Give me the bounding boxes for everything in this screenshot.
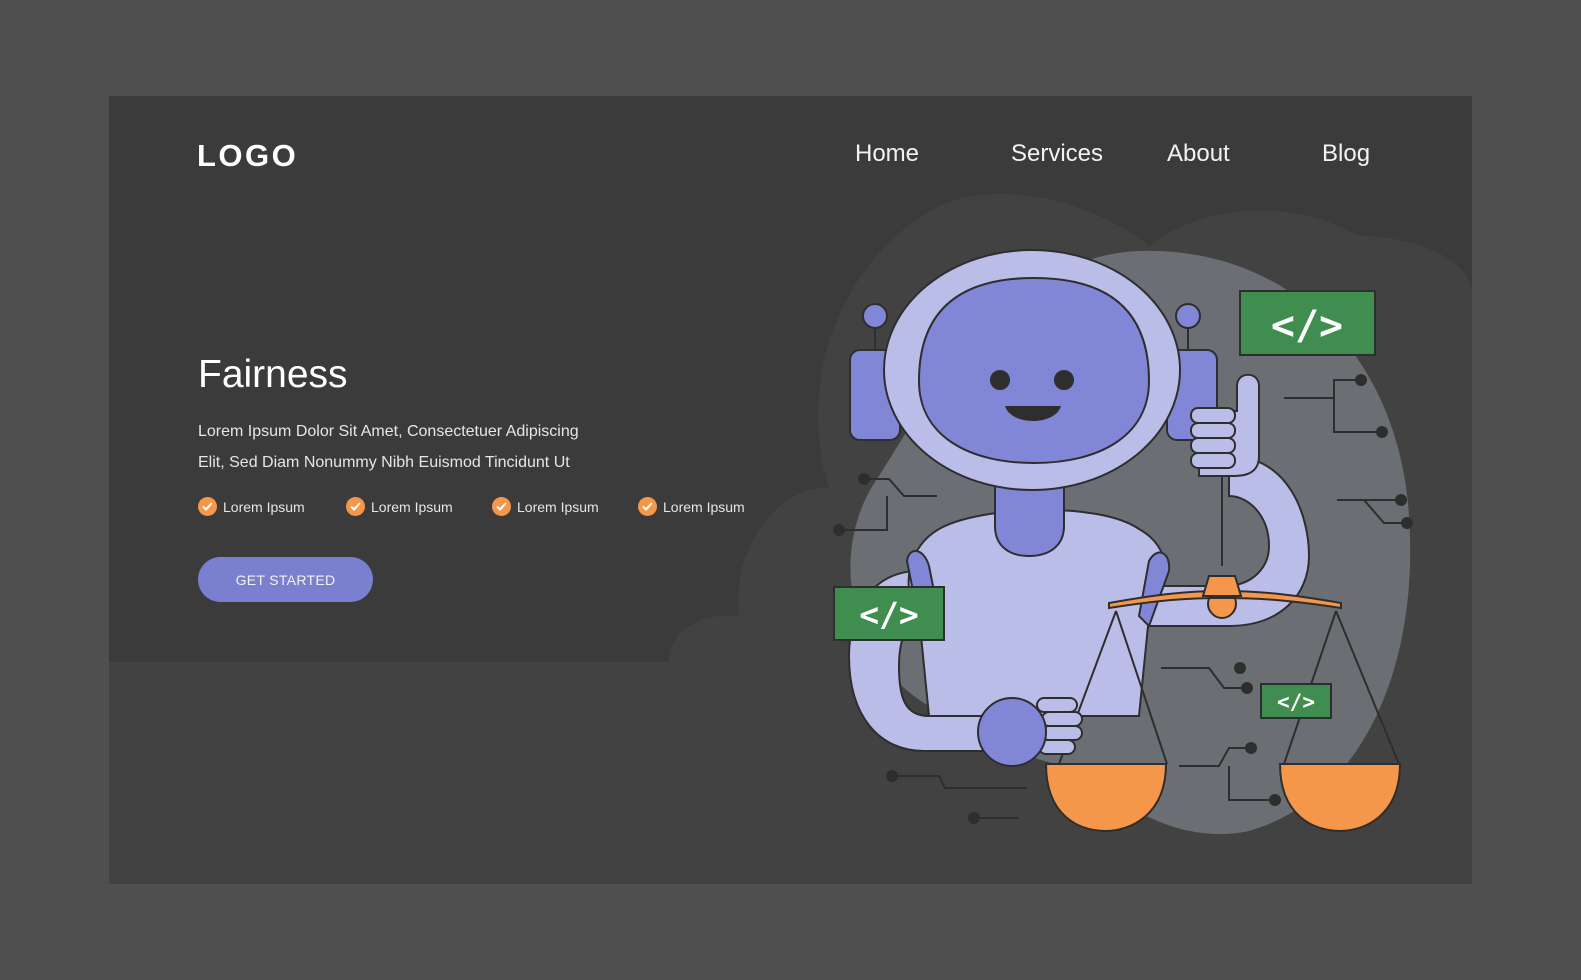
- check-icon: [346, 497, 365, 516]
- code-tag-icon-large: </>: [1239, 290, 1376, 356]
- feature-bullet-label: Lorem Ipsum: [223, 498, 305, 515]
- nav-services[interactable]: Services: [1011, 140, 1103, 168]
- feature-bullet: Lorem Ipsum: [346, 497, 453, 516]
- get-started-button[interactable]: GET STARTED: [198, 557, 373, 602]
- robot-face: [917, 276, 1151, 465]
- feature-bullet: Lorem Ipsum: [638, 497, 745, 516]
- hero-description-line: Elit, Sed Diam Nonummy Nibh Euismod Tinc…: [198, 454, 570, 471]
- nav-about[interactable]: About: [1167, 140, 1230, 168]
- feature-bullet-label: Lorem Ipsum: [371, 498, 453, 515]
- nav-blog[interactable]: Blog: [1322, 140, 1370, 168]
- svg-text:</>: </>: [859, 595, 919, 634]
- svg-text:</>: </>: [1277, 690, 1315, 714]
- hero-title: Fairness: [198, 353, 348, 397]
- check-icon: [638, 497, 657, 516]
- feature-bullets: Lorem Ipsum Lorem Ipsum Lorem Ipsum Lore…: [198, 497, 778, 521]
- feature-bullet: Lorem Ipsum: [198, 497, 305, 516]
- landing-page-frame: </> </> </> LOGO Home Services About Blo…: [109, 96, 1472, 884]
- code-tag-icon-small: </>: [1260, 683, 1332, 719]
- hero-description-line: Lorem Ipsum Dolor Sit Amet, Consectetuer…: [198, 423, 579, 440]
- robot-eye-left: [990, 370, 1010, 390]
- feature-bullet-label: Lorem Ipsum: [663, 498, 745, 515]
- check-icon: [492, 497, 511, 516]
- code-tag-icon-left: </>: [833, 586, 945, 641]
- nav-home[interactable]: Home: [855, 140, 919, 168]
- hero-illustration: </> </> </>: [109, 193, 1472, 884]
- hero-description: Lorem Ipsum Dolor Sit Amet, Consectetuer…: [198, 416, 628, 478]
- robot-eye-right: [1054, 370, 1074, 390]
- svg-text:</>: </>: [1271, 303, 1343, 349]
- feature-bullet: Lorem Ipsum: [492, 497, 599, 516]
- main-nav: Home Services About Blog: [109, 140, 1472, 176]
- check-icon: [198, 497, 217, 516]
- feature-bullet-label: Lorem Ipsum: [517, 498, 599, 515]
